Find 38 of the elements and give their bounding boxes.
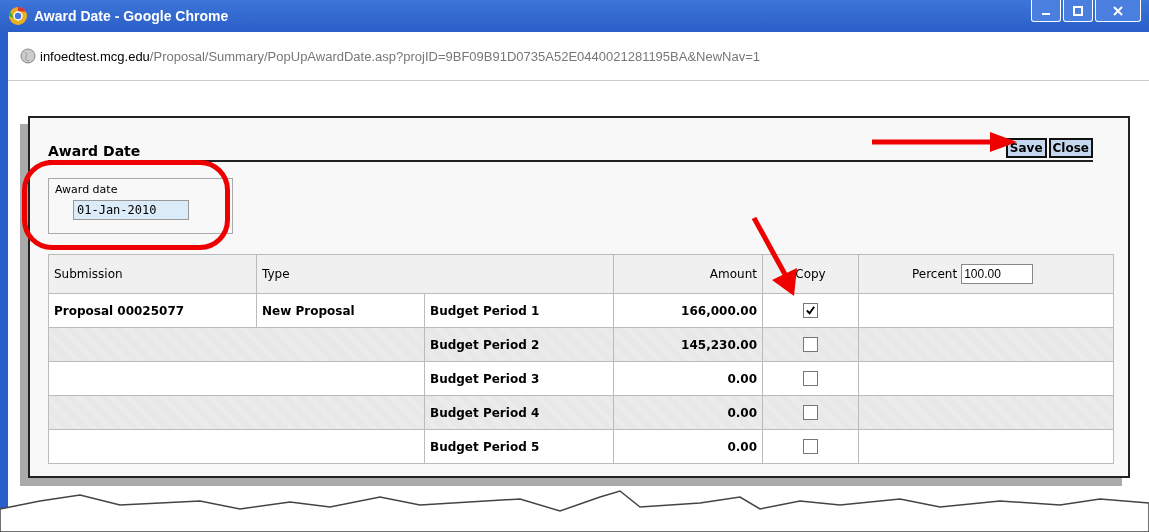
copy-checkbox[interactable] (803, 337, 818, 352)
table-cell: Budget Period 1 (424, 293, 614, 328)
table-cell: 0.00 (613, 429, 763, 464)
table-cell: Budget Period 2 (424, 327, 614, 362)
save-button[interactable]: Save (1005, 138, 1047, 158)
minimize-button[interactable] (1031, 0, 1061, 22)
table-cell: 145,230.00 (613, 327, 763, 362)
table-cell: 166,000.00 (613, 293, 763, 328)
panel-title: Award Date (48, 143, 141, 160)
table-cell: New Proposal (256, 293, 425, 328)
date-field[interactable]: 01-Jan-2010 (73, 200, 189, 220)
column-header: Percent (912, 266, 958, 281)
table-cell: Budget Period 3 (424, 361, 614, 396)
column-header: Submission (48, 254, 257, 294)
copy-checkbox[interactable] (803, 439, 818, 454)
browser-logo-icon (8, 6, 28, 26)
window-title: Award Date - Google Chrome (34, 8, 229, 24)
copy-checkbox[interactable] (803, 405, 818, 420)
checkmark-icon (805, 305, 816, 316)
maximize-button[interactable] (1063, 0, 1093, 22)
table-cell: Proposal 00025077 (48, 293, 257, 328)
maximize-icon (1072, 4, 1084, 17)
minimize-icon (1042, 12, 1050, 15)
globe-icon (20, 48, 36, 64)
close-button[interactable] (1095, 0, 1141, 22)
table-cell: 0.00 (613, 395, 763, 430)
copy-checkbox[interactable] (803, 303, 818, 318)
column-header: Amount (613, 254, 763, 294)
close-button[interactable]: Close (1048, 138, 1093, 158)
table-cell: Budget Period 5 (424, 429, 614, 464)
field-label: Award date (55, 183, 119, 196)
close-icon (1112, 4, 1124, 17)
url-text: infoedtest.mcg.edu/Proposal/Summary/PopUpAwardDate.asp?projID=9BF09B91D0735A52E0440021281195BA&NewNav=1 (40, 48, 761, 64)
table-cell: 0.00 (613, 361, 763, 396)
copy-checkbox[interactable] (803, 371, 818, 386)
percent-field[interactable]: 100.00 (961, 264, 1034, 284)
table-cell: Budget Period 4 (424, 395, 614, 430)
column-header: Type (256, 254, 614, 294)
